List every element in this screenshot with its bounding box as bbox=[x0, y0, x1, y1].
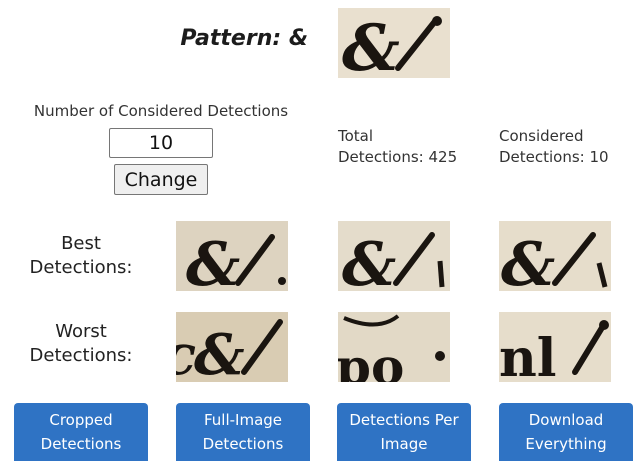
best-detections-label: Best Detections: bbox=[29, 233, 133, 278]
svg-text:&: & bbox=[194, 322, 245, 382]
pattern-image: & bbox=[338, 8, 450, 78]
download-everything-button[interactable]: Download Everything bbox=[499, 403, 633, 461]
change-button[interactable]: Change bbox=[114, 164, 208, 195]
detection-count-input[interactable] bbox=[109, 128, 213, 158]
detection-count-label: Number of Considered Detections bbox=[33, 102, 289, 120]
worst-detection-image[interactable]: po bbox=[338, 312, 450, 382]
svg-text:po: po bbox=[338, 337, 404, 382]
worst-detections-label: Worst Detections: bbox=[29, 321, 133, 366]
cropped-detections-button[interactable]: Cropped Detections bbox=[14, 403, 148, 461]
total-detections-stat: Total Detections: 425 bbox=[338, 126, 457, 168]
full-image-detections-button[interactable]: Full-Image Detections bbox=[176, 403, 310, 461]
best-detection-image[interactable]: & bbox=[338, 221, 450, 291]
page-title: Pattern: & bbox=[180, 26, 308, 51]
worst-detection-image[interactable]: nl bbox=[499, 312, 611, 382]
svg-text:nl: nl bbox=[499, 328, 557, 382]
considered-label: Considered bbox=[499, 127, 584, 145]
considered-detections-stat: Considered Detections: 10 bbox=[499, 126, 609, 168]
svg-text:&: & bbox=[342, 230, 396, 291]
best-detection-image[interactable]: & bbox=[499, 221, 611, 291]
best-detection-image[interactable]: & bbox=[176, 221, 288, 291]
considered-value: Detections: 10 bbox=[499, 148, 609, 166]
worst-detection-image[interactable]: c & bbox=[176, 312, 288, 382]
svg-text:&: & bbox=[342, 11, 400, 78]
svg-text:&: & bbox=[186, 230, 240, 291]
svg-text:&: & bbox=[501, 230, 555, 291]
total-value: Detections: 425 bbox=[338, 148, 458, 166]
detections-per-image-button[interactable]: Detections Per Image bbox=[337, 403, 471, 461]
total-label: Total bbox=[338, 127, 374, 145]
